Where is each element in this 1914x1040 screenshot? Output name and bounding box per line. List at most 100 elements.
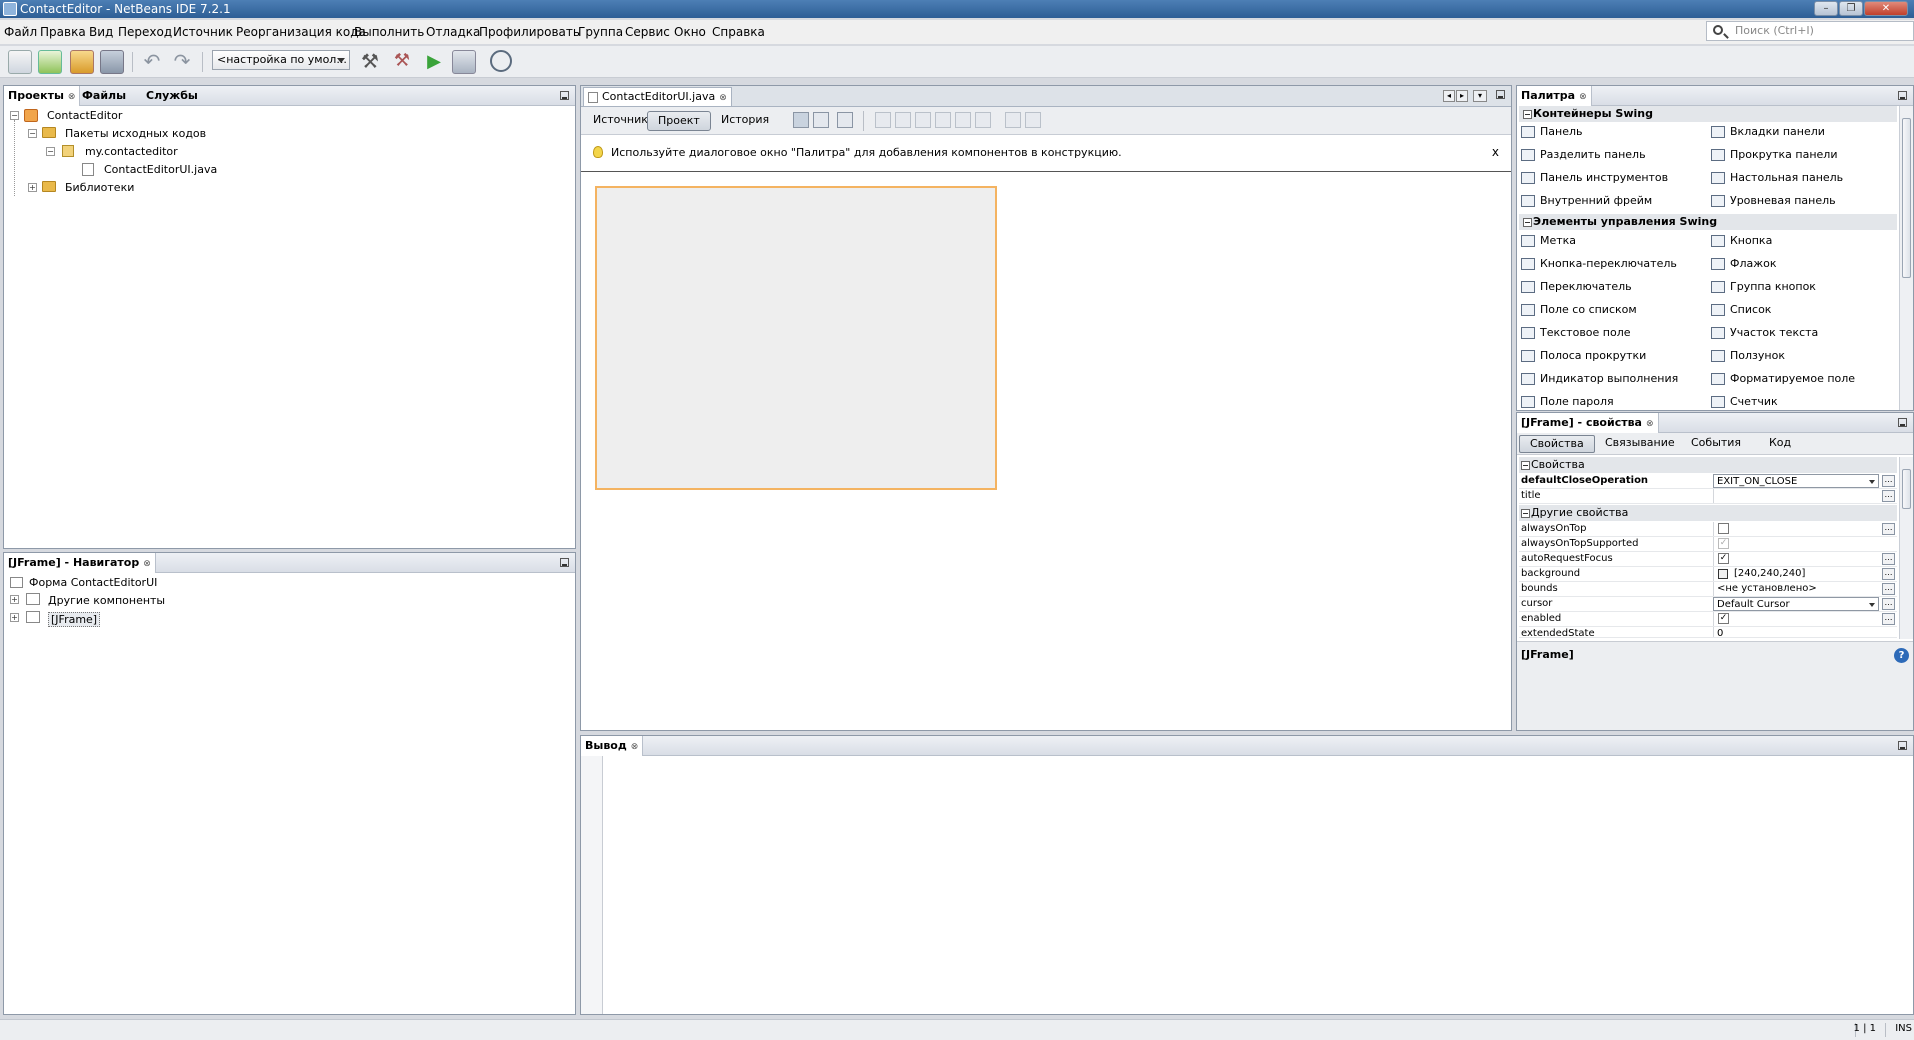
minimize-panel-icon[interactable] [560,91,569,100]
collapse-icon[interactable]: − [46,147,55,156]
undo-icon[interactable]: ↶ [140,50,164,74]
palette-item[interactable]: Группа кнопок [1711,280,1816,293]
tab-projects[interactable]: Проекты ⊗ [4,86,81,106]
expand-icon[interactable]: + [28,183,37,192]
tab-services[interactable]: Службы [142,86,202,106]
tab-properties-window[interactable]: [JFrame] - свойства ⊗ [1517,413,1659,433]
palette-item[interactable]: Панель [1521,125,1583,138]
clean-build-icon[interactable]: ⚒ [390,50,414,74]
ellipsis-button[interactable]: … [1882,583,1895,595]
property-value[interactable]: ✓ [1713,552,1879,566]
resize-vertical-icon[interactable] [1025,112,1041,128]
ellipsis-button[interactable]: … [1882,553,1895,565]
center-horizontally-icon[interactable] [915,112,931,128]
expand-icon[interactable]: + [10,613,19,622]
redo-icon[interactable]: ↷ [170,50,194,74]
property-value[interactable] [1713,522,1879,536]
palette-group-controls[interactable]: Элементы управления Swing [1519,214,1897,230]
tab-files[interactable]: Файлы [78,86,130,106]
subtab-design[interactable]: Проект [647,111,711,131]
palette-item[interactable]: Разделить панель [1521,148,1646,161]
tab-properties[interactable]: Свойства [1519,435,1595,453]
minimize-panel-icon[interactable] [1496,90,1505,99]
expand-icon[interactable]: + [10,595,19,604]
align-top-icon[interactable] [935,112,951,128]
open-project-icon[interactable] [70,50,94,74]
ellipsis-button[interactable]: … [1882,568,1895,580]
properties-scrollbar[interactable] [1899,457,1913,639]
property-value[interactable]: ✓ [1713,612,1879,626]
palette-item[interactable]: Ползунок [1711,349,1785,362]
palette-item[interactable]: Метка [1521,234,1576,247]
palette-item[interactable]: Форматируемое поле [1711,372,1855,385]
ellipsis-button[interactable]: … [1882,490,1895,502]
align-right-icon[interactable] [895,112,911,128]
property-value[interactable]: <не установлено> [1713,582,1879,596]
align-left-icon[interactable] [875,112,891,128]
property-row[interactable]: enabled ✓… [1519,612,1897,627]
palette-item[interactable]: Кнопка [1711,234,1772,247]
close-icon[interactable]: ⊗ [1646,419,1654,429]
align-bottom-icon[interactable] [955,112,971,128]
palette-item[interactable]: Участок текста [1711,326,1818,339]
menu-debug[interactable]: Отладка [426,25,480,39]
debug-icon[interactable] [452,50,476,74]
scrollbar-thumb[interactable] [1902,469,1911,509]
property-row[interactable]: autoRequestFocus ✓… [1519,552,1897,567]
close-window-icon[interactable]: ✕ [1864,1,1908,16]
resize-horizontal-icon[interactable] [1005,112,1021,128]
property-row[interactable]: background [240,240,240]… [1519,567,1897,582]
menu-view[interactable]: Вид [89,25,113,39]
palette-item[interactable]: Текстовое поле [1521,326,1631,339]
config-select[interactable]: <настройка по умол... [212,50,350,70]
tab-navigator[interactable]: [JFrame] - Навигатор ⊗ [4,553,156,573]
property-value[interactable] [1713,489,1879,503]
minimize-panel-icon[interactable] [1898,418,1907,427]
menu-edit[interactable]: Правка [40,25,86,39]
selection-mode-icon[interactable] [793,112,809,128]
property-group-properties[interactable]: Свойства [1519,457,1897,473]
property-value-combo[interactable]: Default Cursor [1713,597,1879,611]
tab-events[interactable]: События [1681,435,1751,453]
preview-design-icon[interactable] [837,112,853,128]
palette-item[interactable]: Уровневая панель [1711,194,1836,207]
palette-item[interactable]: Индикатор выполнения [1521,372,1678,385]
build-icon[interactable]: ⚒ [358,50,382,74]
tree-item-project[interactable]: ContactEditor [47,109,122,122]
palette-item[interactable]: Полоса прокрутки [1521,349,1646,362]
tree-item-libraries[interactable]: Библиотеки [65,181,134,194]
menu-refactor[interactable]: Реорганизация кода [236,25,366,39]
maximize-icon[interactable]: ❐ [1839,1,1863,16]
checkbox[interactable]: ✓ [1718,553,1729,564]
help-icon[interactable]: ? [1894,648,1909,663]
tree-item-java-file[interactable]: ContactEditorUI.java [104,163,217,176]
tree-item-source-packages[interactable]: Пакеты исходных кодов [65,127,206,140]
menu-file[interactable]: Файл [4,25,37,39]
new-file-icon[interactable] [8,50,32,74]
palette-item[interactable]: Внутренний фрейм [1521,194,1652,207]
menu-help[interactable]: Справка [712,25,765,39]
palette-item[interactable]: Кнопка-переключатель [1521,257,1677,270]
palette-item[interactable]: Прокрутка панели [1711,148,1837,161]
hint-close-icon[interactable]: x [1492,145,1499,159]
run-icon[interactable]: ▶ [422,50,446,74]
ellipsis-button[interactable]: … [1882,523,1895,535]
close-icon[interactable]: ⊗ [143,559,151,569]
menu-navigate[interactable]: Переход [118,25,172,39]
tab-binding[interactable]: Связывание [1595,435,1685,453]
menu-window[interactable]: Окно [674,25,706,39]
menu-profile[interactable]: Профилировать [479,25,580,39]
palette-item[interactable]: Панель инструментов [1521,171,1668,184]
scroll-tabs-right-icon[interactable]: ▸ [1456,90,1468,102]
scroll-tabs-left-icon[interactable]: ◂ [1443,90,1455,102]
palette-scrollbar[interactable] [1899,106,1913,410]
ellipsis-button[interactable]: … [1882,613,1895,625]
tree-item-other-components[interactable]: Другие компоненты [48,594,165,607]
tree-item-jframe[interactable]: [JFrame] [48,612,101,627]
minimize-panel-icon[interactable] [1898,91,1907,100]
tab-code[interactable]: Код [1759,435,1801,453]
profile-icon[interactable] [490,50,512,72]
save-all-icon[interactable] [100,50,124,74]
property-row[interactable]: extendedState 0 [1519,627,1897,638]
property-row[interactable]: cursor Default Cursor… [1519,597,1897,612]
